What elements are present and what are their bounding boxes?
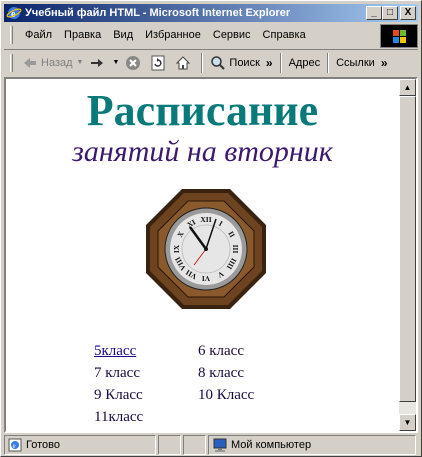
status-cell-empty [158,435,181,455]
menu-file[interactable]: Файл [19,29,58,41]
stop-icon [125,55,141,71]
toolbar-separator [327,52,330,73]
status-bar: e Готово Мой компьютер [4,435,418,455]
security-zone-cell: Мой компьютер [208,435,416,455]
forward-dropdown-arrow-icon[interactable]: ▼ [112,59,119,66]
class-list: 5класс 6 класс 7 класс 8 класс 9 Класс 1… [94,341,298,427]
back-button[interactable]: Назад ▼ [19,55,86,71]
search-button[interactable]: Поиск [207,55,262,71]
browser-window: e Учебный файл HTML - Microsoft Internet… [0,0,422,457]
scrollbar-thumb[interactable] [399,96,416,402]
class-link-5[interactable]: 5класс [94,341,198,361]
windows-logo-throbber [380,24,418,48]
ie-logo-icon: e [6,6,22,20]
menu-bar: Файл Правка Вид Избранное Сервис Справка [4,24,378,46]
windows-flag-icon [393,30,406,43]
scroll-down-arrow-icon[interactable]: ▼ [399,414,416,431]
back-arrow-icon [22,55,38,71]
forward-arrow-icon [89,55,105,71]
stop-button[interactable] [122,55,147,71]
computer-icon [212,437,228,453]
class-item-8: 8 класс [198,365,244,381]
home-icon [175,55,191,71]
toolbar-separator [201,52,204,73]
zone-text: Мой компьютер [231,439,312,451]
vertical-scrollbar[interactable]: ▲ ▼ [399,79,416,431]
status-cell-empty [183,435,206,455]
page-done-icon: e [7,437,23,453]
menu-help[interactable]: Справка [257,29,312,41]
svg-text:e: e [13,442,16,450]
class-item-7: 7 класс [94,365,140,381]
back-label: Назад [41,56,73,69]
back-dropdown-arrow-icon[interactable]: ▼ [77,59,84,66]
clock-numeral: VI [202,274,210,283]
search-label: Поиск [229,56,260,69]
close-button[interactable]: X [400,6,416,20]
search-icon [210,55,226,71]
toolbar-grip[interactable] [10,53,13,72]
class-item-9: 9 Класс [94,387,143,403]
menu-favorites[interactable]: Избранное [139,29,207,41]
standard-toolbar: Назад ▼ ▼ Поиск » Адрес Ссылки » [4,49,418,75]
clock-image: XII IIIIIIIIIIVVIVIIVIIIIXXXI [146,189,266,309]
toolbar-grip[interactable] [10,26,13,44]
menu-edit[interactable]: Правка [58,29,107,41]
page-viewport: Расписание занятий на вторник XII I II III I… [4,77,418,433]
minimize-button[interactable]: _ [366,6,382,20]
address-bar-label[interactable]: Адрес [286,57,324,69]
page-heading: Расписание [86,86,319,135]
menu-tools[interactable]: Сервис [207,29,257,41]
forward-button[interactable]: ▼ [86,55,122,71]
scroll-up-arrow-icon[interactable]: ▲ [399,79,416,96]
class-item-11: 11класс [94,409,144,425]
clock-numeral: III [231,245,240,254]
maximize-button[interactable]: □ [382,6,398,20]
class-item-6: 6 класс [198,343,244,359]
menu-view[interactable]: Вид [107,29,139,41]
toolbar-separator [279,52,282,73]
home-button[interactable] [172,55,197,71]
clock-numeral: IX [172,244,181,253]
refresh-button[interactable] [147,55,172,71]
class-item-10: 10 Класс [198,387,255,403]
status-cell: e Готово [4,435,156,455]
page-subheading: занятий на вторник [72,135,333,168]
links-bar-label[interactable]: Ссылки [333,57,378,69]
title-bar[interactable]: e Учебный файл HTML - Microsoft Internet… [4,4,418,22]
toolbar-more-chevron-icon[interactable]: » [263,56,276,70]
window-title: Учебный файл HTML - Microsoft Internet E… [25,7,291,19]
clock-numeral: XII [200,215,211,224]
page-content: Расписание занятий на вторник XII I II III I… [6,79,399,431]
status-text: Готово [26,439,60,451]
links-more-chevron-icon[interactable]: » [378,56,391,70]
refresh-icon [150,55,166,71]
